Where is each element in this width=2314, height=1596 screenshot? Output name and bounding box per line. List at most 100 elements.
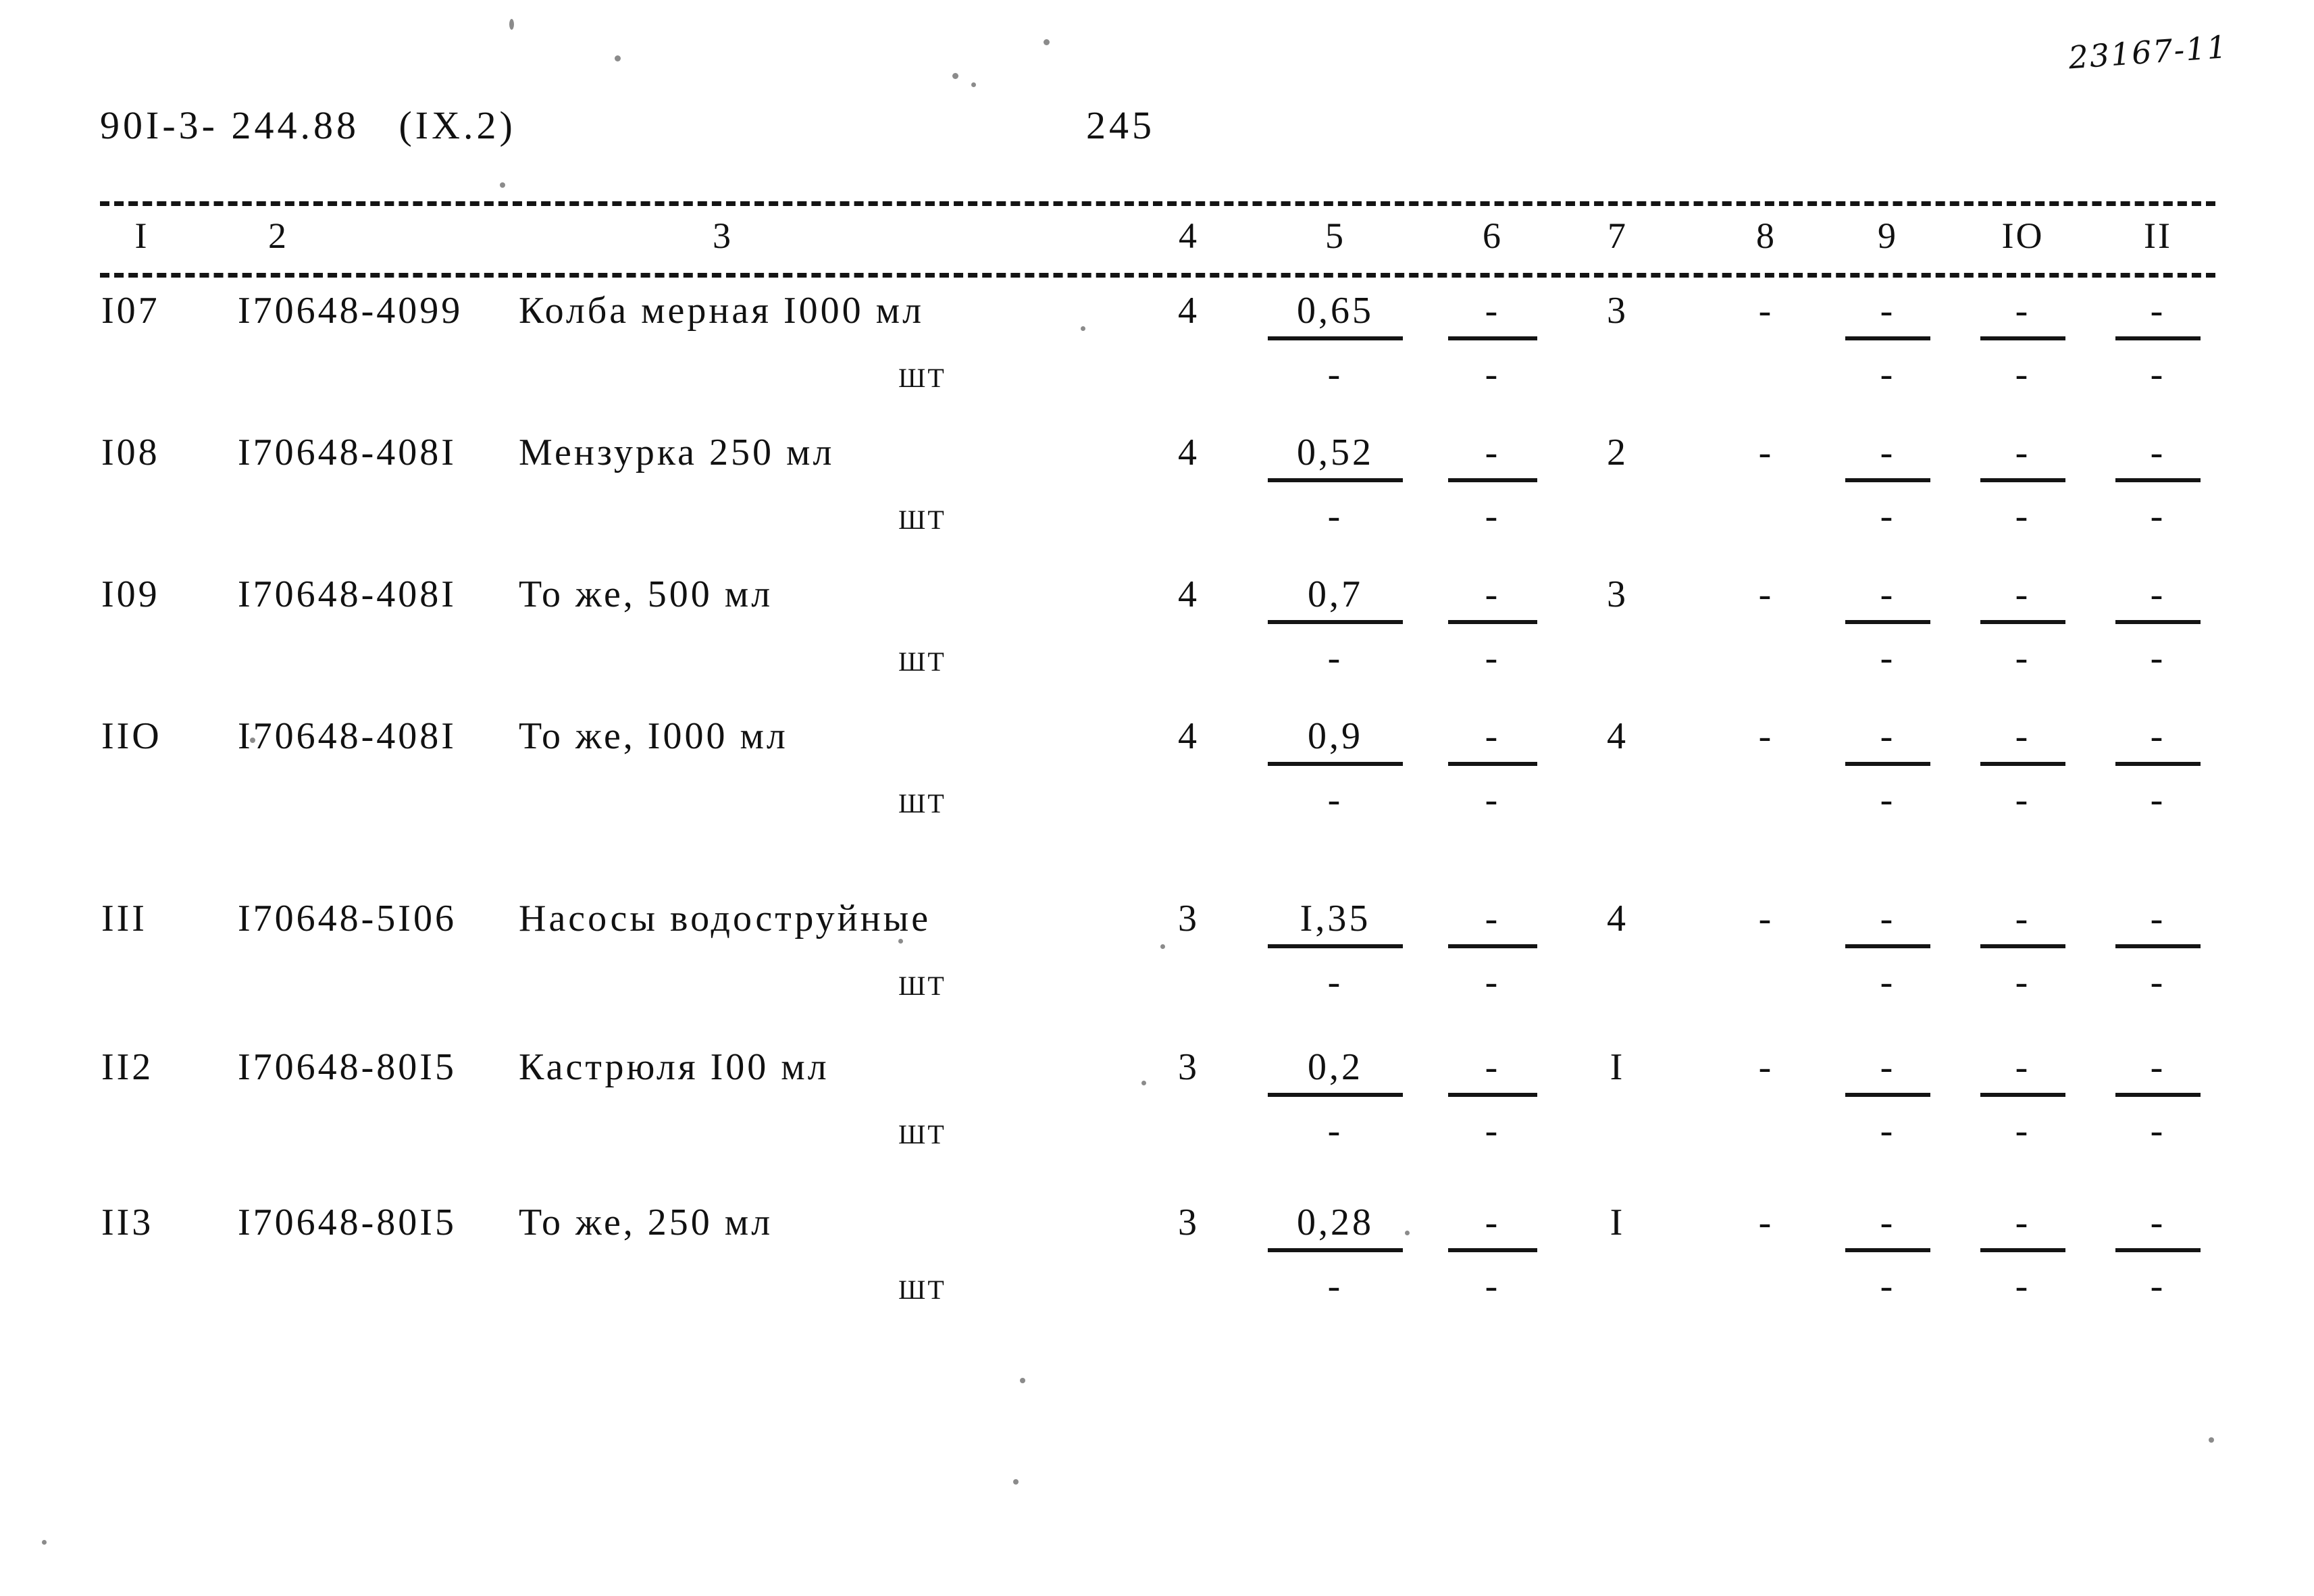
cell-col7: 4 xyxy=(1607,898,1628,939)
cell-col8: - xyxy=(1758,573,1774,615)
cell-col6-numerator: - xyxy=(1485,1202,1501,1243)
cell-col6: -- xyxy=(1432,1048,1553,1150)
cell-col9-denominator: - xyxy=(1880,1265,1896,1307)
cell-col10: -- xyxy=(1959,1204,2087,1305)
cell-col7: I xyxy=(1610,1202,1626,1243)
cell-col5-denominator: - xyxy=(1327,495,1343,537)
table-row: I07 I70648-4099 Колба мерная I000 мл ШТ 4 0,6… xyxy=(0,292,2314,434)
cell-col9-numerator: - xyxy=(1880,290,1896,332)
cell-col10-denominator: - xyxy=(2015,1110,2031,1152)
cell-col6: -- xyxy=(1432,292,1553,393)
document-page: 90I-3- 244.88 (IX.2) 245 23167-11 I 2 3 4 5 6… xyxy=(0,0,2314,1596)
cell-item-number: IIO xyxy=(101,715,162,757)
cell-col9: -- xyxy=(1824,434,1952,535)
cell-col11-numerator: - xyxy=(2150,1046,2166,1088)
cell-col5: 0,9 - xyxy=(1258,717,1413,819)
cell-col6-denominator: - xyxy=(1485,961,1501,1003)
cell-col9: -- xyxy=(1824,1204,1952,1305)
cell-col11: -- xyxy=(2094,434,2222,535)
cell-col11-numerator: - xyxy=(2150,432,2166,473)
cell-col10-numerator: - xyxy=(2015,1046,2031,1088)
cell-unit: ШТ xyxy=(898,1275,946,1305)
cell-col5-denominator: - xyxy=(1327,353,1343,395)
page-number: 245 xyxy=(1086,103,1155,147)
cell-col10-denominator: - xyxy=(2015,353,2031,395)
cell-col6-numerator: - xyxy=(1485,715,1501,757)
cell-col6: -- xyxy=(1432,1204,1553,1305)
cell-col10-numerator: - xyxy=(2015,290,2031,332)
cell-col11-denominator: - xyxy=(2150,1265,2166,1307)
cell-col9-numerator: - xyxy=(1880,715,1896,757)
cell-col10-denominator: - xyxy=(2015,961,2031,1003)
cell-col10: -- xyxy=(1959,717,2087,819)
cell-quantity: 3 xyxy=(1178,1202,1200,1243)
cell-description: То же, 250 мл xyxy=(519,1202,773,1243)
table-row: I08 I70648-408I Мензурка 250 мл ШТ 4 0,52- - -2… xyxy=(0,434,2314,575)
cell-col10-denominator: - xyxy=(2015,1265,2031,1307)
cell-col8: - xyxy=(1758,290,1774,332)
cell-col9: -- xyxy=(1824,292,1952,393)
cell-col10-numerator: - xyxy=(2015,1202,2031,1243)
cell-col9-denominator: - xyxy=(1880,1110,1896,1152)
cell-col5-numerator: 0,7 xyxy=(1308,573,1363,615)
cell-col8: - xyxy=(1758,1202,1774,1243)
cell-col9: -- xyxy=(1824,717,1952,819)
cell-col5: 0,28 - xyxy=(1258,1204,1413,1305)
cell-col5-denominator: - xyxy=(1327,1110,1343,1152)
cell-col10-denominator: - xyxy=(2015,495,2031,537)
cell-col11-numerator: - xyxy=(2150,898,2166,939)
cell-col10-numerator: - xyxy=(2015,898,2031,939)
cell-col5: I,35 - xyxy=(1258,900,1413,1001)
cell-col9-numerator: - xyxy=(1880,573,1896,615)
cell-col11-denominator: - xyxy=(2150,779,2166,821)
cell-col6-numerator: - xyxy=(1485,898,1501,939)
cell-col11: -- xyxy=(2094,575,2222,677)
column-header-2: 2 xyxy=(268,215,288,256)
cell-col9: -- xyxy=(1824,575,1952,677)
table-top-rule xyxy=(100,201,2215,206)
cell-col6-denominator: - xyxy=(1485,637,1501,679)
column-header-11: II xyxy=(2144,215,2172,256)
cell-col6-denominator: - xyxy=(1485,1110,1501,1152)
cell-unit: ШТ xyxy=(898,788,946,819)
cell-col11-denominator: - xyxy=(2150,1110,2166,1152)
cell-col11-numerator: - xyxy=(2150,290,2166,332)
document-code: 90I-3- 244.88 (IX.2) xyxy=(100,103,516,147)
cell-col11: -- xyxy=(2094,717,2222,819)
cell-item-code: I70648-408I xyxy=(238,573,457,615)
cell-quantity: 3 xyxy=(1178,898,1200,939)
cell-quantity: 4 xyxy=(1178,715,1200,757)
cell-col10-denominator: - xyxy=(2015,637,2031,679)
cell-col5: 0,52 - xyxy=(1258,434,1413,535)
cell-col11-numerator: - xyxy=(2150,1202,2166,1243)
cell-item-number: I09 xyxy=(101,573,160,615)
cell-col10: -- xyxy=(1959,434,2087,535)
cell-item-number: II2 xyxy=(101,1046,154,1088)
cell-col9-denominator: - xyxy=(1880,353,1896,395)
cell-col11: -- xyxy=(2094,1204,2222,1305)
cell-col11-denominator: - xyxy=(2150,353,2166,395)
cell-col11: -- xyxy=(2094,900,2222,1001)
cell-col5-numerator: 0,9 xyxy=(1308,715,1363,757)
column-header-8: 8 xyxy=(1756,215,1776,256)
cell-quantity: 4 xyxy=(1178,432,1200,473)
cell-col9-numerator: - xyxy=(1880,1046,1896,1088)
column-header-6: 6 xyxy=(1483,215,1503,256)
table-row: I09 I70648-408I То же, 500 мл ШТ 4 0,7- - -3- - -… xyxy=(0,575,2314,717)
table-row: II2 I70648-80I5 Кастрюля I00 мл ШТ 3 0,2- - - I -… xyxy=(0,1048,2314,1190)
column-header-4: 4 xyxy=(1179,215,1199,256)
cell-col6-numerator: - xyxy=(1485,1046,1501,1088)
cell-unit: ШТ xyxy=(898,646,946,677)
cell-item-number: II3 xyxy=(101,1202,154,1243)
column-header-5: 5 xyxy=(1325,215,1345,256)
cell-col6: -- xyxy=(1432,717,1553,819)
cell-quantity: 3 xyxy=(1178,1046,1200,1088)
cell-col7: I xyxy=(1610,1046,1626,1088)
cell-col5-denominator: - xyxy=(1327,779,1343,821)
cell-col9: -- xyxy=(1824,1048,1952,1150)
cell-col5: 0,7 - xyxy=(1258,575,1413,677)
table-bottom-rule xyxy=(100,273,2215,278)
cell-col10: -- xyxy=(1959,1048,2087,1150)
cell-col6: -- xyxy=(1432,575,1553,677)
cell-col10: -- xyxy=(1959,575,2087,677)
